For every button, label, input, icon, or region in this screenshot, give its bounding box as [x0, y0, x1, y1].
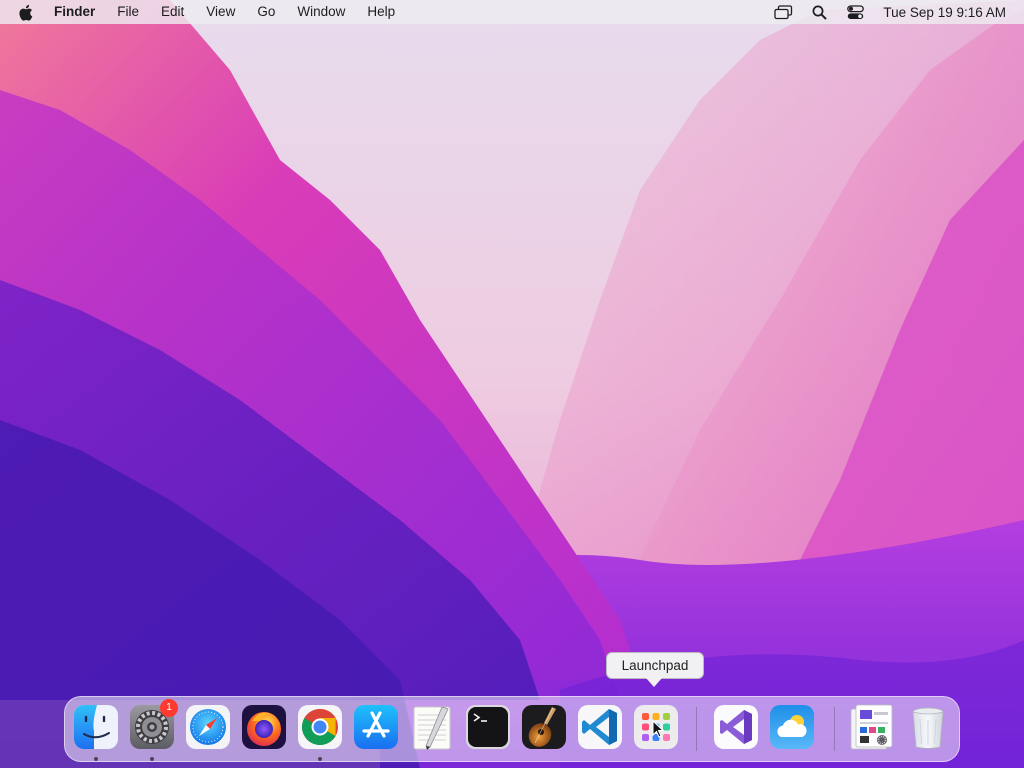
dock-item-vscode[interactable] — [576, 703, 624, 751]
dock-item-chrome[interactable] — [296, 703, 344, 751]
dock-item-textedit[interactable] — [408, 703, 456, 751]
control-center-icon[interactable] — [845, 4, 865, 20]
dock-item-visual-studio[interactable] — [712, 703, 760, 751]
desktop[interactable]: Finder File Edit View Go Window Help Tue… — [0, 0, 1024, 768]
dock: 1 — [64, 696, 960, 762]
menu-view[interactable]: View — [206, 0, 235, 24]
dock-item-trash[interactable] — [904, 703, 952, 751]
app-store-icon — [354, 705, 398, 749]
dock-item-terminal[interactable] — [464, 703, 512, 751]
dock-separator — [834, 707, 835, 751]
dock-item-weather[interactable] — [768, 703, 816, 751]
menu-file[interactable]: File — [117, 0, 139, 24]
firefox-icon — [242, 705, 286, 749]
system-settings-running-indicator — [150, 757, 154, 761]
menu-bar: Finder File Edit View Go Window Help Tue… — [0, 0, 1024, 24]
finder-running-indicator — [94, 757, 98, 761]
menu-help[interactable]: Help — [367, 0, 395, 24]
menu-window[interactable]: Window — [297, 0, 345, 24]
visual-studio-icon — [714, 705, 758, 749]
dock-item-app-store[interactable] — [352, 703, 400, 751]
dock-item-garageband[interactable] — [520, 703, 568, 751]
dock-separator — [696, 707, 697, 751]
textedit-pen-icon — [413, 706, 451, 750]
spotlight-search-icon[interactable] — [809, 4, 829, 20]
downloads-stack-icon — [850, 704, 893, 750]
menu-go[interactable]: Go — [257, 0, 275, 24]
wallpaper — [0, 0, 1024, 768]
menu-edit[interactable]: Edit — [161, 0, 184, 24]
menu-bar-clock[interactable]: Tue Sep 19 9:16 AM — [883, 5, 1006, 20]
dock-item-firefox[interactable] — [240, 703, 288, 751]
mouse-cursor-icon — [652, 720, 664, 738]
dock-item-finder[interactable] — [72, 703, 120, 751]
apple-menu-icon[interactable] — [18, 3, 34, 21]
guitar-icon — [522, 705, 566, 749]
notification-badge: 1 — [160, 699, 178, 717]
chrome-icon — [298, 705, 342, 749]
dock-tooltip: Launchpad — [606, 652, 704, 679]
trash-icon — [912, 707, 944, 749]
safari-compass-icon — [186, 705, 230, 749]
dock-item-safari[interactable] — [184, 703, 232, 751]
menu-app-finder[interactable]: Finder — [54, 0, 95, 24]
screen-mirroring-icon[interactable] — [773, 4, 793, 20]
terminal-icon — [466, 705, 510, 749]
weather-cloud-icon — [770, 705, 814, 749]
chrome-running-indicator — [318, 757, 322, 761]
dock-item-system-settings[interactable]: 1 — [128, 699, 178, 751]
dock-item-downloads-stack[interactable] — [848, 703, 896, 751]
tooltip-arrow — [646, 678, 662, 687]
finder-icon — [74, 705, 118, 749]
vscode-icon — [578, 705, 622, 749]
